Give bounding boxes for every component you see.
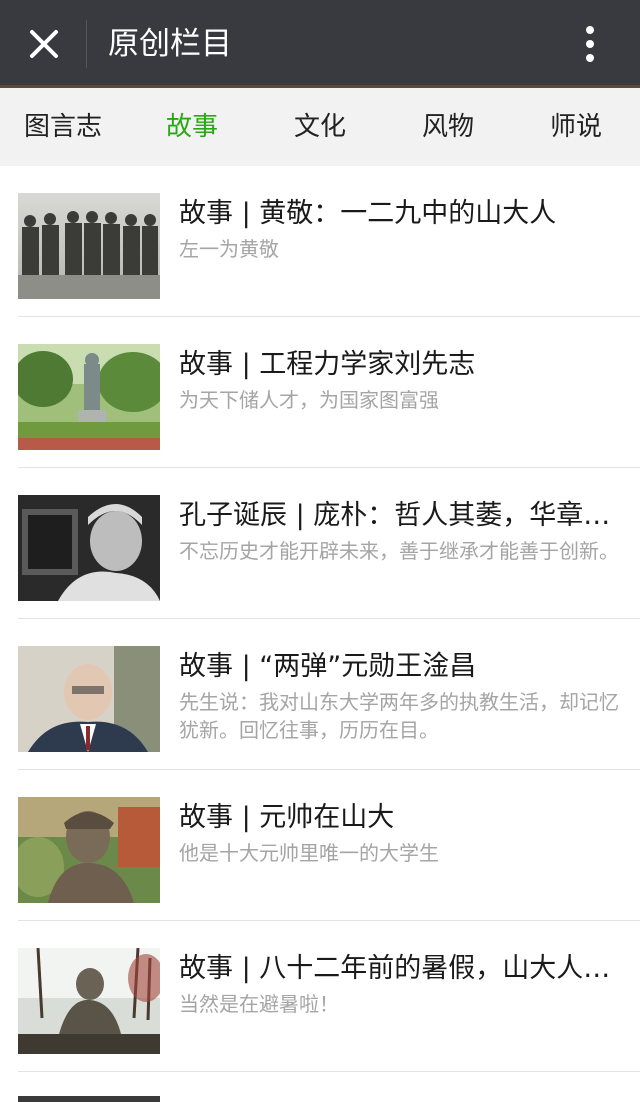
article-description: 为天下储人才，为国家图富强 xyxy=(179,388,439,412)
article-description: 当然是在避暑啦！ xyxy=(179,992,339,1016)
article-thumbnail xyxy=(18,193,160,299)
article-title: 故事 | “两弹”元勋王淦昌 xyxy=(179,651,477,682)
tab-wenhua[interactable]: 文化 xyxy=(294,88,346,166)
article-title: 故事 | 八十二年前的暑假，山大人在哪里 xyxy=(179,953,619,984)
category-tabs: 图言志 故事 文化 风物 师说 xyxy=(0,88,640,166)
article-thumbnail xyxy=(18,797,160,903)
divider xyxy=(18,1071,640,1072)
article-description: 他是十大元帅里唯一的大学生 xyxy=(179,841,439,865)
article-description: 先生说：我对山东大学两年多的执教生活，却记忆犹新。回忆往事，历历在目。 xyxy=(179,690,619,742)
article-title: 故事 | 黄敬：一二九中的山大人 xyxy=(179,198,557,229)
list-item[interactable]: 故事 | 元帅在山大 他是十大元帅里唯一的大学生 xyxy=(0,770,640,921)
top-bar: 原创栏目 xyxy=(0,0,640,88)
divider xyxy=(86,20,87,68)
list-item[interactable]: 故事 | 工程力学家刘先志 为天下储人才，为国家图富强 xyxy=(0,317,640,468)
next-article-thumbnail xyxy=(18,1096,160,1102)
article-title: 故事 | 工程力学家刘先志 xyxy=(179,349,476,380)
tab-gushi[interactable]: 故事 xyxy=(166,88,218,166)
close-icon[interactable] xyxy=(22,22,66,66)
article-title: 孔子诞辰 | 庞朴：哲人其萎，华章永存 xyxy=(179,500,619,531)
page-title: 原创栏目 xyxy=(108,26,232,62)
article-title: 故事 | 元帅在山大 xyxy=(179,802,395,833)
more-options-icon[interactable] xyxy=(572,20,608,68)
list-item[interactable]: 故事 | 八十二年前的暑假，山大人在哪里 当然是在避暑啦！ xyxy=(0,921,640,1072)
article-description: 左一为黄敬 xyxy=(179,237,279,261)
article-thumbnail xyxy=(18,495,160,601)
article-thumbnail xyxy=(18,948,160,1054)
tab-tuyanzhi[interactable]: 图言志 xyxy=(24,88,102,166)
list-item[interactable]: 故事 | 黄敬：一二九中的山大人 左一为黄敬 xyxy=(0,166,640,317)
article-description: 不忘历史才能开辟未来，善于继承才能善于创新。 xyxy=(179,539,619,563)
list-item[interactable]: 孔子诞辰 | 庞朴：哲人其萎，华章永存 不忘历史才能开辟未来，善于继承才能善于创… xyxy=(0,468,640,619)
tab-fengwu[interactable]: 风物 xyxy=(422,88,474,166)
article-thumbnail xyxy=(18,646,160,752)
list-item[interactable]: 故事 | “两弹”元勋王淦昌 先生说：我对山东大学两年多的执教生活，却记忆犹新。… xyxy=(0,619,640,770)
tab-shishuo[interactable]: 师说 xyxy=(550,88,602,166)
article-thumbnail xyxy=(18,344,160,450)
